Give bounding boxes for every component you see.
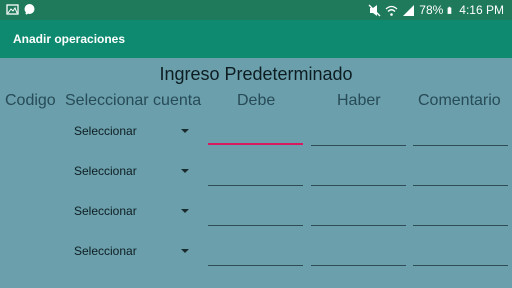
wifi-icon [385,5,398,16]
debe-field[interactable] [208,121,303,145]
mute-icon [368,4,381,16]
account-select-value: Seleccionar [74,124,137,138]
dropdown-caret-icon [181,129,189,133]
haber-field[interactable] [311,162,406,186]
app-bar-title: Anadir operaciones [13,32,126,46]
status-bar: 78% 4:16 PM [0,0,512,20]
debe-field[interactable] [208,242,303,266]
haber-field[interactable] [311,122,406,146]
column-header-comentario: Comentario [418,92,501,109]
gallery-notification-icon [6,4,19,15]
column-header-seleccionar-cuenta: Seleccionar cuenta [65,92,202,109]
app-bar: Anadir operaciones [0,20,512,58]
table-row: Seleccionar [0,118,512,158]
comentario-field[interactable] [413,122,508,146]
account-select[interactable]: Seleccionar [74,238,194,266]
battery-percent: 78% [419,3,444,17]
chat-notification-icon [24,4,35,15]
account-select[interactable]: Seleccionar [74,198,194,226]
battery-icon [447,6,452,14]
clock: 4:16 PM [459,3,504,17]
dropdown-caret-icon [181,209,189,213]
haber-field[interactable] [311,202,406,226]
table-row: Seleccionar [0,198,512,238]
dropdown-caret-icon [181,249,189,253]
account-select-value: Seleccionar [74,164,137,178]
account-select[interactable]: Seleccionar [74,118,194,146]
account-select-value: Seleccionar [74,204,137,218]
comentario-field[interactable] [413,242,508,266]
comentario-field[interactable] [413,162,508,186]
table-row: Seleccionar [0,158,512,198]
debe-field[interactable] [208,202,303,226]
column-header-haber: Haber [337,92,381,109]
column-header-codigo: Codigo [5,92,56,109]
haber-field[interactable] [311,242,406,266]
column-header-debe: Debe [237,92,276,109]
table-row: Seleccionar [0,238,512,278]
section-title: Ingreso Predeterminado [159,64,353,84]
signal-icon [403,4,415,16]
comentario-field[interactable] [413,202,508,226]
account-select[interactable]: Seleccionar [74,158,194,186]
account-select-value: Seleccionar [74,244,137,258]
dropdown-caret-icon [181,169,189,173]
debe-field[interactable] [208,162,303,186]
